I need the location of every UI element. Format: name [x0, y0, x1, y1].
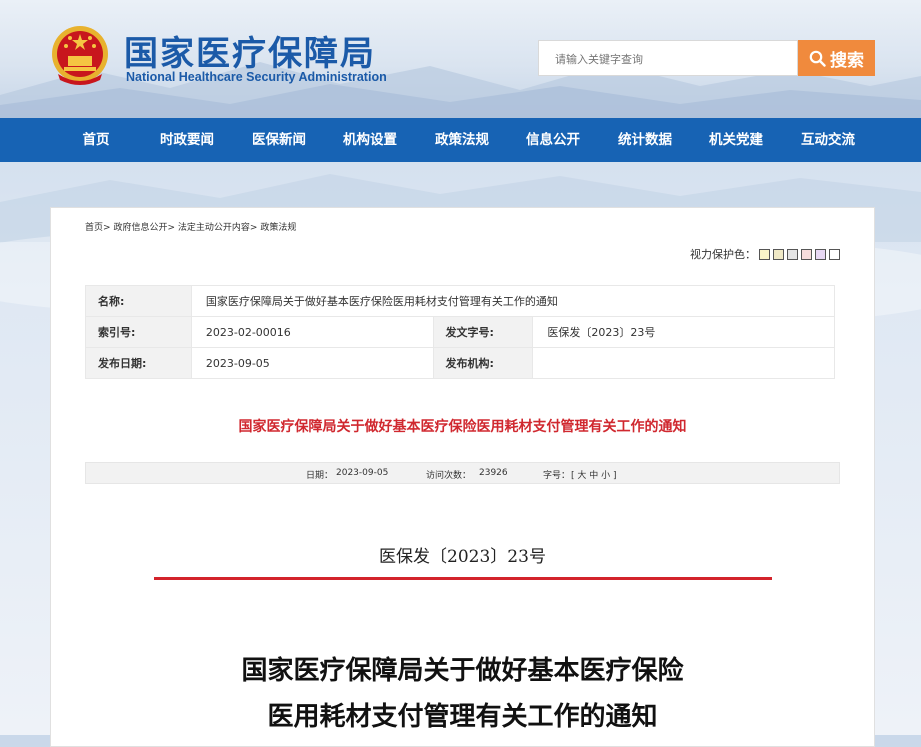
vision-protection: 视力保护色：: [690, 246, 840, 262]
search-button[interactable]: 搜索: [798, 40, 875, 76]
meta-font-label: 字号：: [543, 471, 571, 481]
search-input[interactable]: [553, 41, 787, 77]
meta-visits-value: 23926: [479, 468, 508, 478]
swatch-white[interactable]: [829, 248, 840, 260]
breadcrumb-separator: >: [249, 223, 258, 233]
nav-item-news[interactable]: 时政要闻: [151, 118, 223, 162]
content-panel: 首页> 政府信息公开> 法定主动公开内容> 政策法规 视力保护色： 名称: 国家…: [50, 207, 875, 747]
national-emblem-icon: [52, 26, 108, 85]
meta-visits-label: 访问次数：: [426, 471, 472, 481]
swatch-beige[interactable]: [773, 248, 784, 260]
breadcrumb-policies[interactable]: 政策法规: [260, 223, 296, 233]
search-button-label: 搜索: [830, 50, 864, 71]
swatch-purple[interactable]: [815, 248, 826, 260]
document-title: 国家医疗保障局关于做好基本医疗保险 医用耗材支付管理有关工作的通知: [51, 648, 874, 740]
document-number: 医保发〔2023〕23号: [379, 547, 546, 567]
magnifier-icon: [809, 50, 826, 67]
swatch-pink[interactable]: [801, 248, 812, 260]
meta-date-value: 2023-09-05: [336, 468, 389, 478]
index-label: 索引号:: [85, 316, 192, 348]
vision-label: 视力保护色：: [690, 248, 756, 261]
swatch-gray[interactable]: [787, 248, 798, 260]
nav-item-organization[interactable]: 机构设置: [334, 118, 406, 162]
site-subtitle: National Healthcare Security Administrat…: [126, 70, 387, 84]
nav-item-policies[interactable]: 政策法规: [426, 118, 498, 162]
red-divider: [154, 577, 772, 580]
docno-label: 发文字号:: [432, 316, 534, 348]
breadcrumb-statutory[interactable]: 法定主动公开内容: [178, 223, 250, 233]
swatch-yellow[interactable]: [759, 248, 770, 260]
nav-item-interaction[interactable]: 互动交流: [792, 118, 864, 162]
date-value: 2023-09-05: [190, 347, 434, 379]
site-title: 国家医疗保障局: [124, 34, 376, 74]
table-row: 索引号: 2023-02-00016 发文字号: 医保发〔2023〕23号: [85, 316, 835, 348]
breadcrumb-separator: >: [167, 223, 175, 233]
nav-item-statistics[interactable]: 统计数据: [609, 118, 681, 162]
document-title-line: 国家医疗保障局关于做好基本医疗保险: [241, 656, 684, 686]
org-label: 发布机构:: [432, 347, 534, 379]
nav-item-party[interactable]: 机关党建: [700, 118, 772, 162]
breadcrumb-home[interactable]: 首页: [85, 223, 103, 233]
search-box: [538, 40, 798, 77]
name-value: 国家医疗保障局关于做好基本医疗保险医用耗材支付管理有关工作的通知: [190, 285, 836, 317]
org-value: [532, 347, 835, 379]
nav-item-home[interactable]: 首页: [60, 118, 132, 162]
date-label: 发布日期:: [85, 347, 192, 379]
breadcrumb-gov-info[interactable]: 政府信息公开: [113, 223, 167, 233]
meta-date-label: 日期：: [306, 471, 334, 481]
breadcrumb: 首页> 政府信息公开> 法定主动公开内容> 政策法规: [85, 220, 296, 233]
site-header: 国家医疗保障局 National Healthcare Security Adm…: [0, 0, 921, 118]
nav-item-medical-news[interactable]: 医保新闻: [243, 118, 315, 162]
table-row: 发布日期: 2023-09-05 发布机构:: [85, 347, 835, 379]
article-title: 国家医疗保障局关于做好基本医疗保险医用耗材支付管理有关工作的通知: [238, 419, 687, 435]
index-value: 2023-02-00016: [190, 316, 434, 348]
info-table: 名称: 国家医疗保障局关于做好基本医疗保险医用耗材支付管理有关工作的通知 索引号…: [85, 285, 836, 379]
breadcrumb-separator: >: [103, 223, 111, 233]
main-nav: 首页 时政要闻 医保新闻 机构设置 政策法规 信息公开 统计数据 机关党建 互动…: [0, 118, 921, 162]
name-label: 名称:: [85, 285, 192, 317]
table-row: 名称: 国家医疗保障局关于做好基本医疗保险医用耗材支付管理有关工作的通知: [85, 285, 836, 317]
font-size-switch[interactable]: [ 大 中 小 ]: [571, 468, 616, 481]
nav-item-info-disclosure[interactable]: 信息公开: [517, 118, 589, 162]
document-title-line: 医用耗材支付管理有关工作的通知: [267, 702, 658, 732]
meta-bar: 日期： 2023-09-05 访问次数： 23926 字号： [ 大 中 小 ]: [85, 462, 840, 484]
docno-value: 医保发〔2023〕23号: [532, 316, 835, 348]
